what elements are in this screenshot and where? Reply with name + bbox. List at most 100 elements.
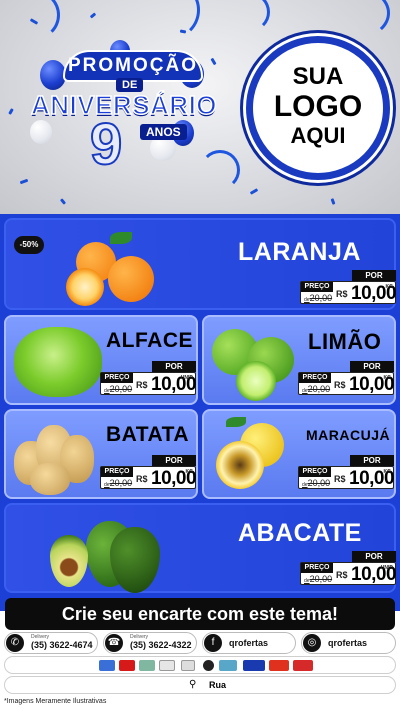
old-price: de20,00 — [304, 293, 333, 303]
old-price: de20,00 — [304, 574, 333, 584]
old-price: de20,00 — [302, 478, 331, 488]
map-pin-icon: ⚲ — [189, 679, 197, 690]
contact-row: ✆ Delivery (35) 3622-4674 ☎ Delivery (35… — [0, 632, 400, 656]
streamer — [230, 0, 270, 32]
logo-line-3: AQUI — [290, 122, 346, 148]
price-preco-label: PREÇO — [301, 282, 333, 292]
product-card-limao: LIMÃO POR PREÇO de20,00 R$ 10,00 KG — [202, 315, 396, 405]
price-tag: POR PREÇO de20,00 R$ 10,00 UNID — [100, 361, 197, 395]
facebook-icon: f — [204, 634, 222, 652]
card-icon — [99, 660, 115, 671]
price-por-label: POR — [350, 455, 394, 466]
currency: R$ — [336, 570, 348, 580]
whatsapp-icon: ✆ — [6, 634, 24, 652]
product-card-laranja: -50% LARANJA POR PREÇO de20,00 R$ 10,00 … — [4, 218, 397, 310]
lime-slice-image — [236, 361, 276, 401]
price-por-label: POR — [352, 551, 396, 562]
streamer — [140, 0, 200, 40]
mastercard-icon — [269, 660, 289, 671]
logo-placeholder: SUA LOGO AQUI — [246, 36, 390, 180]
product-card-batata: BATATA POR PREÇO de20,00 R$ 10,00 KG — [4, 409, 198, 499]
card-icon — [181, 660, 195, 671]
leaf-image — [110, 232, 132, 244]
price-preco-label: PREÇO — [299, 467, 331, 477]
confetti — [19, 178, 29, 185]
currency: R$ — [336, 289, 348, 299]
currency: R$ — [136, 474, 148, 484]
price-preco-label: PREÇO — [299, 373, 331, 383]
price-por-label: POR — [152, 361, 196, 372]
promo-number: 9 — [89, 112, 123, 177]
passion-fruit-half-image — [216, 441, 264, 489]
orange-slice-image — [66, 268, 104, 306]
price-tag: POR PREÇO de20,00 R$ 10,00 UNID — [300, 551, 397, 585]
promo-anos: ANOS — [140, 124, 187, 140]
avocado-half-image — [50, 535, 88, 587]
price-unit: KG — [385, 284, 394, 290]
avocado-image — [110, 527, 160, 593]
header-banner: PROMOÇÃO DE ANIVERSÁRIO 9 ANOS SUA LOGO … — [0, 0, 400, 214]
promo-title-block: PROMOÇÃO DE ANIVERSÁRIO 9 ANOS — [8, 50, 238, 175]
product-card-alface: ALFACE POR PREÇO de20,00 R$ 10,00 UNID — [4, 315, 198, 405]
confetti — [330, 198, 336, 205]
instagram-handle: qrofertas — [328, 638, 368, 648]
price-unit: KG — [383, 469, 392, 475]
price-tag: POR PREÇO de20,00 R$ 10,00 KG — [300, 270, 397, 304]
address-row: ⚲ Rua — [4, 676, 396, 694]
logo-line-1: SUA — [292, 63, 344, 90]
phone-number: (35) 3622-4322 — [130, 640, 192, 650]
product-name: ALFACE — [106, 329, 193, 352]
price-unit: KG — [383, 375, 392, 381]
confetti — [59, 198, 67, 205]
price-por-label: POR — [352, 270, 396, 281]
promo-title: ANIVERSÁRIO — [30, 89, 218, 121]
price-preco-label: PREÇO — [101, 467, 133, 477]
cta-banner[interactable]: Crie seu encarte com este tema! — [5, 598, 395, 630]
old-price: de20,00 — [104, 384, 133, 394]
card-icon — [139, 660, 155, 671]
facebook-contact[interactable]: f qrofertas — [202, 632, 296, 654]
confetti — [89, 12, 97, 19]
facebook-handle: qrofertas — [229, 638, 269, 648]
product-name: LARANJA — [238, 238, 361, 266]
lettuce-image — [14, 327, 102, 397]
streamer — [330, 0, 390, 38]
product-board: -50% LARANJA POR PREÇO de20,00 R$ 10,00 … — [0, 214, 400, 611]
phone-icon: ☎ — [105, 634, 123, 652]
price-por-label: POR — [152, 455, 196, 466]
price-preco-label: PREÇO — [101, 373, 133, 383]
card-icon — [119, 660, 135, 671]
instagram-contact[interactable]: ◎ qrofertas — [301, 632, 396, 654]
card-icon — [159, 660, 175, 671]
price-tag: POR PREÇO de20,00 R$ 10,00 KG — [298, 361, 395, 395]
phone-contact[interactable]: ☎ Delivery (35) 3622-4322 — [103, 632, 197, 654]
price-unit: KG — [185, 469, 194, 475]
whatsapp-number: (35) 3622-4674 — [31, 640, 93, 650]
payment-methods — [4, 656, 396, 674]
price-unit: UNID — [180, 375, 193, 381]
currency: R$ — [334, 380, 346, 390]
price-preco-label: PREÇO — [301, 563, 333, 573]
price-tag: POR PREÇO de20,00 R$ 10,00 KG — [298, 455, 395, 489]
product-card-maracuja: MARACUJÁ POR PREÇO de20,00 R$ 10,00 KG — [202, 409, 396, 499]
visa-icon — [243, 660, 265, 671]
card-icon — [219, 660, 237, 671]
product-name: BATATA — [106, 423, 190, 446]
leaf-image — [226, 417, 246, 427]
product-card-abacate: ABACATE POR PREÇO de20,00 R$ 10,00 UNID — [4, 503, 397, 593]
discount-badge: -50% — [14, 236, 44, 254]
instagram-icon: ◎ — [303, 634, 321, 652]
old-price: de20,00 — [104, 478, 133, 488]
product-name: ABACATE — [238, 519, 362, 547]
currency: R$ — [334, 474, 346, 484]
confetti — [249, 188, 259, 195]
address-text: Rua — [209, 680, 227, 690]
product-name: LIMÃO — [308, 329, 382, 354]
whatsapp-contact[interactable]: ✆ Delivery (35) 3622-4674 — [4, 632, 98, 654]
logo-line-2: LOGO — [273, 90, 363, 123]
card-icon — [293, 660, 313, 671]
price-por-label: POR — [350, 361, 394, 372]
disclaimer: *Imagens Meramente Ilustrativas — [4, 698, 107, 705]
currency: R$ — [136, 380, 148, 390]
orange-image — [108, 256, 154, 302]
